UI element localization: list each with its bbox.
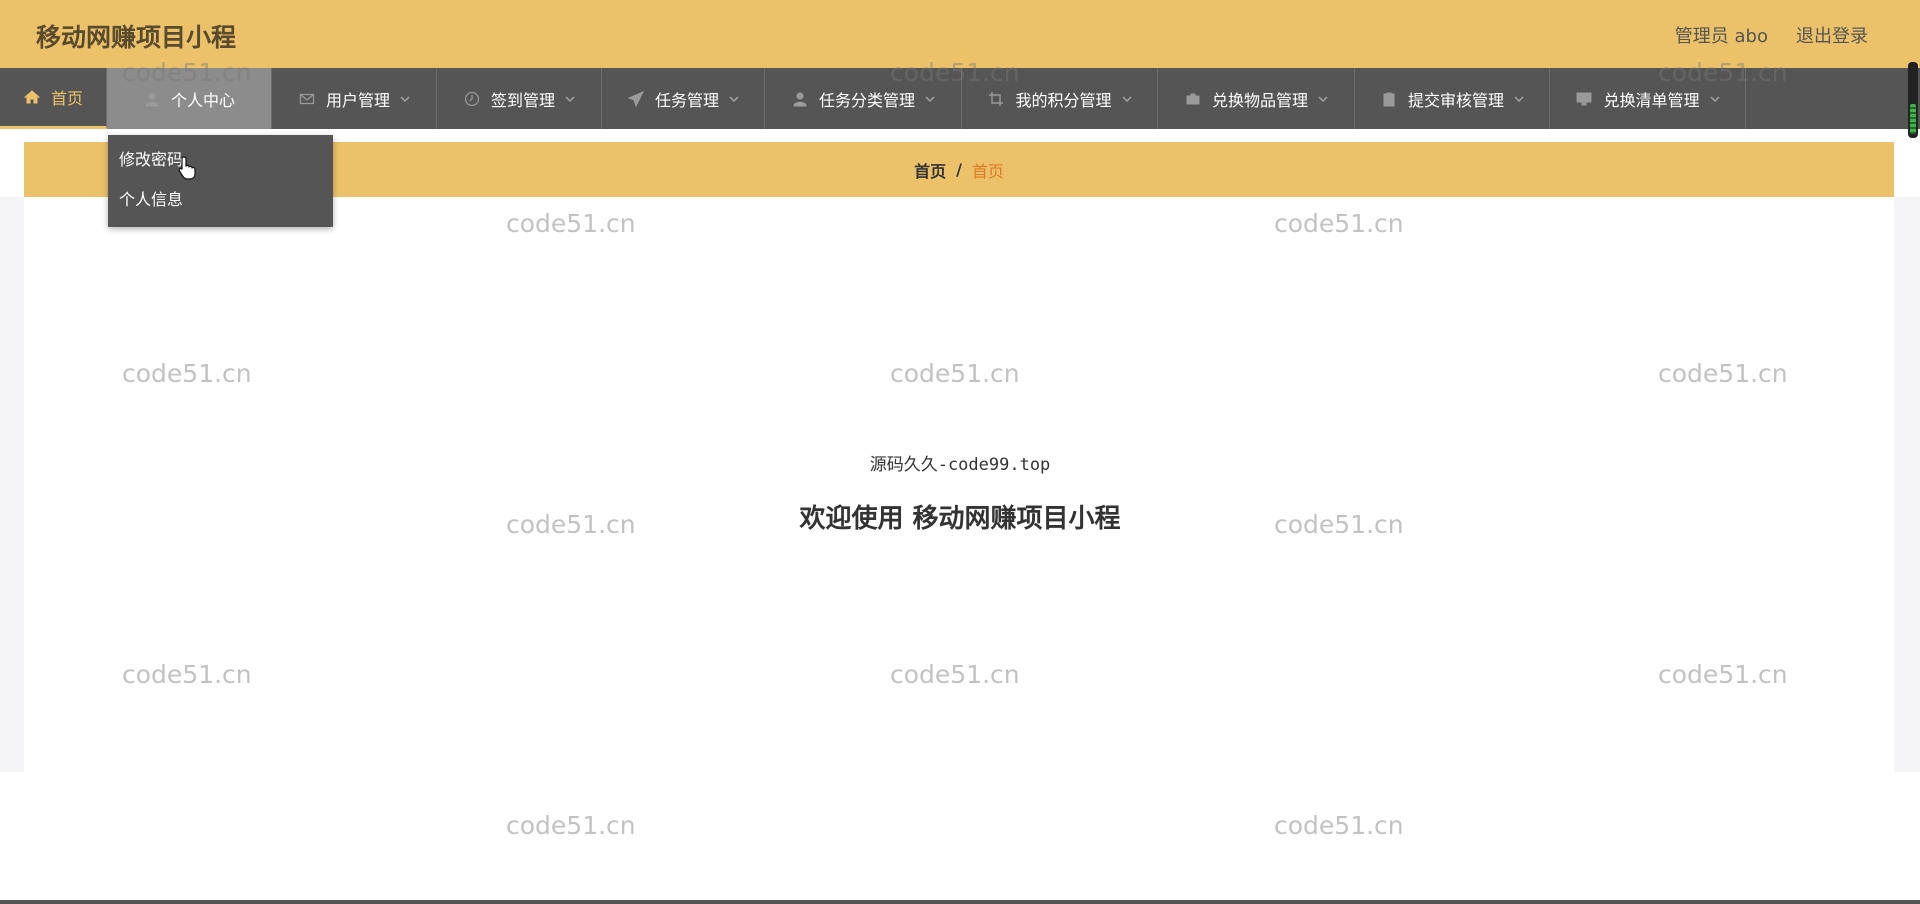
nav-item-exchange-list-management[interactable]: 兑换清单管理 <box>1550 68 1746 129</box>
nav-item-exchange-goods-management[interactable]: 兑换物品管理 <box>1158 68 1355 129</box>
welcome-title: 欢迎使用 移动网赚项目小程 <box>799 504 1121 534</box>
chevron-down-icon <box>1318 94 1328 104</box>
left-gutter <box>0 197 24 772</box>
briefcase-icon <box>1184 90 1202 108</box>
monitor-icon <box>1575 90 1593 108</box>
nav-item-submit-review-management[interactable]: 提交审核管理 <box>1355 68 1550 129</box>
personal-center-dropdown: 修改密码 个人信息 <box>108 135 333 227</box>
mail-icon <box>298 90 316 108</box>
logout-link[interactable]: 退出登录 <box>1796 22 1868 48</box>
watermark: code51.cn <box>506 811 636 840</box>
chevron-down-icon <box>925 94 935 104</box>
dropdown-item-personal-info[interactable]: 个人信息 <box>108 180 333 220</box>
breadcrumb-separator: / <box>956 160 962 179</box>
user-icon <box>791 90 809 108</box>
nav-item-personal-center[interactable]: 个人中心 <box>107 68 272 129</box>
chevron-down-icon <box>1709 94 1720 104</box>
scrollbar[interactable] <box>1908 62 1918 138</box>
nav-item-label: 兑换清单管理 <box>1603 90 1700 110</box>
chevron-down-icon <box>400 94 410 104</box>
chevron-down-icon <box>1121 94 1132 104</box>
nav-item-checkin-management[interactable]: 签到管理 <box>437 68 602 129</box>
user-icon <box>143 90 161 108</box>
hand-pointer-icon <box>178 156 196 180</box>
breadcrumb-current: 首页 <box>971 161 1004 181</box>
chevron-down-icon <box>729 94 739 104</box>
watermark: code51.cn <box>1274 811 1404 840</box>
dropdown-item-change-password[interactable]: 修改密码 <box>108 140 333 180</box>
right-gutter <box>1894 197 1920 772</box>
nav-item-label: 个人中心 <box>170 90 235 110</box>
nav-item-label: 用户管理 <box>325 90 390 110</box>
user-area: 管理员 abo 退出登录 <box>1675 22 1868 48</box>
scrollbar-thumb[interactable] <box>1910 104 1916 134</box>
nav-item-label: 签到管理 <box>490 90 555 110</box>
nav-item-my-points-management[interactable]: 我的积分管理 <box>962 68 1158 129</box>
nav-item-task-category-management[interactable]: 任务分类管理 <box>765 68 962 129</box>
clock-icon <box>463 90 481 108</box>
send-icon <box>627 90 645 108</box>
page-subtitle: 源码久久-code99.top <box>869 455 1051 475</box>
nav-item-label: 首页 <box>50 89 83 108</box>
nav-item-label: 兑换物品管理 <box>1211 90 1308 110</box>
main-nav: 首页 个人中心 用户管理 签到管理 任务管理 任务分类管理 我的积分管理 兑换物… <box>0 68 1920 129</box>
nav-item-label: 任务分类管理 <box>818 90 915 110</box>
clipboard-icon <box>1380 90 1398 108</box>
breadcrumb-home-link[interactable]: 首页 <box>914 158 946 182</box>
nav-item-user-management[interactable]: 用户管理 <box>272 68 437 129</box>
nav-item-home[interactable]: 首页 <box>0 68 107 129</box>
nav-item-label: 我的积分管理 <box>1015 90 1112 110</box>
nav-item-label: 提交审核管理 <box>1407 90 1504 110</box>
nav-item-task-management[interactable]: 任务管理 <box>602 68 765 129</box>
top-header: 移动网赚项目小程 管理员 abo 退出登录 <box>0 0 1920 68</box>
home-icon <box>23 88 41 106</box>
nav-item-label: 任务管理 <box>654 90 719 110</box>
crop-icon <box>987 90 1005 108</box>
current-user-label: 管理员 abo <box>1674 26 1768 47</box>
app-title: 移动网赚项目小程 <box>36 23 237 52</box>
chevron-down-icon <box>1514 94 1524 104</box>
main-content <box>24 207 1894 772</box>
bottom-border <box>0 900 1920 904</box>
chevron-down-icon <box>565 94 575 104</box>
